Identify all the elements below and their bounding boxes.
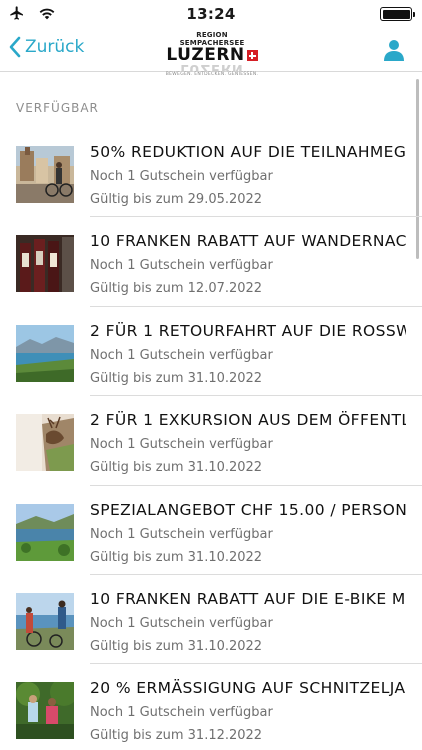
- logo-main-text: LUZERN: [166, 45, 245, 65]
- section-header: VERFÜGBAR: [16, 101, 99, 115]
- chevron-left-icon: [9, 36, 21, 58]
- offer-thumbnail: [16, 414, 74, 472]
- offer-availability: Noch 1 Gutschein verfügbar: [90, 169, 273, 184]
- offer-validity: Gültig bis zum 29.05.2022: [90, 192, 263, 207]
- brand-logo: REGION SEMPACHERSEE LUZERN LUZERN BEWEGE…: [163, 31, 261, 77]
- offer-title: 20 % ERMÄSSIGUNG AUF SCHNITZELJAGD FÜR: [90, 679, 406, 698]
- offer-title: SPEZIALANGEBOT CHF 15.00 / PERSON FÜR: [90, 500, 406, 519]
- back-label: Zurück: [25, 37, 85, 57]
- offer-title: 2 FÜR 1 EXKURSION AUS DEM ÖFFENTLICHEN: [90, 411, 406, 430]
- offer-item[interactable]: SPEZIALANGEBOT CHF 15.00 / PERSON FÜR No…: [0, 486, 422, 576]
- nav-bar: Zurück REGION SEMPACHERSEE LUZERN LUZERN…: [0, 28, 422, 77]
- offer-availability: Noch 1 Gutschein verfügbar: [90, 258, 273, 274]
- offer-item[interactable]: 50% REDUKTION AUF DIE TEILNAHMEGEBÜHR No…: [0, 128, 422, 218]
- offer-title: 2 FÜR 1 RETOURFAHRT AUF DIE ROSSWEID OB: [90, 321, 406, 340]
- offer-validity: Gültig bis zum 31.10.2022: [90, 370, 263, 386]
- offer-availability: Noch 1 Gutschein verfügbar: [90, 437, 273, 453]
- offer-availability: Noch 1 Gutschein verfügbar: [90, 615, 273, 631]
- offer-item[interactable]: 20 % ERMÄSSIGUNG AUF SCHNITZELJAGD FÜR N…: [0, 664, 422, 750]
- offer-availability: Noch 1 Gutschein verfügbar: [90, 347, 273, 363]
- offer-thumbnail: [16, 592, 74, 650]
- battery-icon: [380, 7, 415, 21]
- offer-validity: Gültig bis zum 31.12.2022: [90, 728, 263, 744]
- offer-list: 50% REDUKTION AUF DIE TEILNAHMEGEBÜHR No…: [0, 128, 422, 750]
- offer-validity: Gültig bis zum 12.07.2022: [90, 281, 263, 297]
- status-time: 13:24: [186, 5, 236, 23]
- status-bar: 13:24: [0, 0, 422, 28]
- offer-thumbnail: [16, 146, 74, 203]
- back-button[interactable]: Zurück: [8, 36, 84, 58]
- offer-availability: Noch 1 Gutschein verfügbar: [90, 526, 273, 542]
- offer-thumbnail: [16, 503, 74, 561]
- offer-item[interactable]: 2 FÜR 1 RETOURFAHRT AUF DIE ROSSWEID OB …: [0, 307, 422, 397]
- offer-availability: Noch 1 Gutschein verfügbar: [90, 705, 273, 721]
- offer-thumbnail: [16, 235, 74, 293]
- offer-title: 10 FRANKEN RABATT AUF WANDERNACHT IM: [90, 232, 406, 251]
- offer-validity: Gültig bis zum 31.10.2022: [90, 549, 263, 565]
- offer-item[interactable]: 10 FRANKEN RABATT AUF WANDERNACHT IM Noc…: [0, 217, 422, 308]
- logo-reflection: LUZERN: [180, 64, 244, 72]
- offer-title: 10 FRANKEN RABATT AUF DIE E-BIKE MIETE B…: [90, 589, 406, 608]
- offer-title: 50% REDUKTION AUF DIE TEILNAHMEGEBÜHR: [90, 143, 406, 161]
- offer-thumbnail: [16, 324, 74, 382]
- offer-validity: Gültig bis zum 31.10.2022: [90, 638, 263, 654]
- offer-item[interactable]: 10 FRANKEN RABATT AUF DIE E-BIKE MIETE B…: [0, 575, 422, 665]
- swiss-flag-icon: [246, 50, 258, 61]
- offer-thumbnail: [16, 682, 74, 740]
- offers-screen: VERFÜGBAR 50% REDUKTION AUF DIE TEILNAHM…: [0, 73, 422, 750]
- person-icon[interactable]: [382, 38, 406, 62]
- offer-item[interactable]: 2 FÜR 1 EXKURSION AUS DEM ÖFFENTLICHEN N…: [0, 396, 422, 486]
- offer-validity: Gültig bis zum 31.10.2022: [90, 460, 263, 476]
